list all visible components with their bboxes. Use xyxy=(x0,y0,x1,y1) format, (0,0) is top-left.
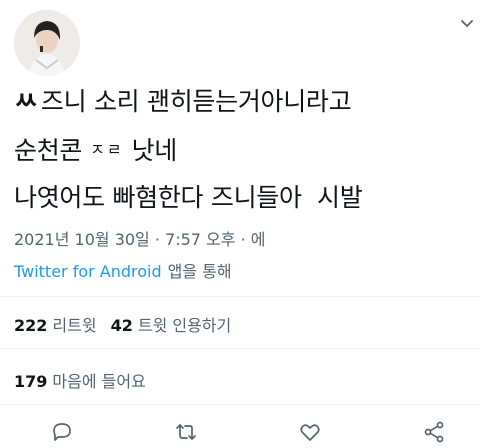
engagement-stats: 222 리트윗 42 트윗 인용하기 xyxy=(14,312,231,336)
tweet-timestamp[interactable]: 2021년 10월 30일 · 7:57 오후 · 에 xyxy=(14,226,265,250)
quotes-label: 트윗 인용하기 xyxy=(137,316,232,335)
tweet-line-2-a: 순천콘 xyxy=(14,136,83,165)
quotes-count: 42 xyxy=(110,316,133,335)
tweet-line-2-b: 낫네 xyxy=(131,136,178,165)
retweets-label: 리트윗 xyxy=(52,316,97,335)
retweets-count: 222 xyxy=(14,316,48,335)
divider xyxy=(0,296,480,297)
avatar[interactable] xyxy=(14,10,80,76)
tweet-line-2-small: ㅈㄹ xyxy=(90,140,124,159)
tweet-source: Twitter for Android 앱을 통해 xyxy=(14,258,232,282)
likes-stat[interactable]: 179 마음에 들어요 xyxy=(14,368,146,392)
like-icon[interactable] xyxy=(298,420,324,446)
source-suffix: 앱을 통해 xyxy=(167,262,232,281)
source-link[interactable]: Twitter for Android xyxy=(14,262,162,281)
divider xyxy=(0,348,480,349)
quotes-stat[interactable]: 42 트윗 인용하기 xyxy=(111,316,232,335)
retweets-stat[interactable]: 222 리트윗 xyxy=(14,316,97,335)
share-icon[interactable] xyxy=(422,420,448,446)
tweet-text-line-2: 순천콘 ㅈㄹ 낫네 xyxy=(14,134,177,167)
likes-label: 마음에 들어요 xyxy=(52,372,146,391)
tweet-prefix-char: ㅆ xyxy=(14,87,38,117)
reply-icon[interactable] xyxy=(50,420,76,446)
retweet-icon[interactable] xyxy=(174,420,200,446)
tweet-text-line-3: 나엿어도 빠혐한다 즈니들아 시발 xyxy=(14,183,363,212)
divider xyxy=(0,404,480,405)
tweet-line-1-text: 즈니 소리 괜히듣는거아니라고 xyxy=(40,87,352,116)
avatar-image xyxy=(14,10,80,76)
likes-count: 179 xyxy=(14,372,48,391)
tweet-text-line-1: ㅆ 즈니 소리 괜히듣는거아니라고 xyxy=(14,86,352,118)
chevron-down-icon[interactable] xyxy=(458,14,476,32)
